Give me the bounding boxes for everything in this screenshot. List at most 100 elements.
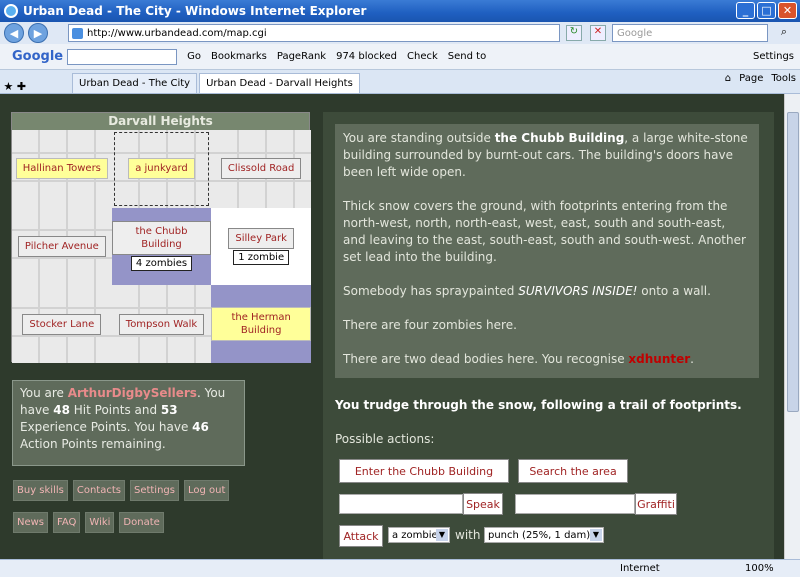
tab-the-city[interactable]: Urban Dead - The City [72, 73, 198, 93]
map-location-button[interactable]: Hallinan Towers [15, 158, 108, 180]
weapon-value: punch (25%, 1 dam) [488, 529, 591, 541]
map-cell: a junkyard [111, 130, 212, 208]
maximize-button[interactable]: □ [757, 2, 776, 19]
map-location-button[interactable]: the Herman Building [211, 307, 311, 342]
experience-points: 53 [160, 403, 178, 417]
dead-player-link[interactable]: xdhunter [628, 352, 690, 366]
desc-text: Somebody has spraypainted [343, 284, 519, 298]
spell-check-button[interactable]: Check [407, 51, 438, 62]
desc-text: You are standing outside [343, 131, 495, 145]
map-cell: Stocker Lane [12, 285, 112, 363]
faq-link[interactable]: FAQ [53, 512, 81, 533]
buy-skills-link[interactable]: Buy skills [13, 480, 68, 501]
chevron-down-icon: ▼ [436, 529, 448, 541]
target-value: a zombie [392, 529, 438, 541]
window-title: Urban Dead - The City - Windows Internet… [23, 4, 367, 18]
logout-link[interactable]: Log out [183, 480, 230, 501]
desc-text: . [690, 352, 694, 366]
window-titlebar: Urban Dead - The City - Windows Internet… [0, 0, 800, 22]
target-select[interactable]: a zombie ▼ [388, 527, 450, 543]
map-panel: Darvall Heights Hallinan Towers a junkya… [11, 112, 311, 363]
enter-building-button[interactable]: Enter the Chubb Building [339, 459, 509, 483]
wiki-link[interactable]: Wiki [85, 512, 115, 533]
chevron-down-icon: ▼ [590, 529, 602, 541]
map-location-button[interactable]: Stocker Lane [22, 313, 102, 335]
minimize-button[interactable]: _ [736, 2, 755, 19]
refresh-button[interactable]: ↻ [566, 25, 582, 41]
graffiti-input[interactable] [515, 494, 635, 514]
weapon-select[interactable]: punch (25%, 1 dam) ▼ [484, 527, 604, 543]
stats-text: Hit Points and [69, 403, 161, 417]
with-label: with [455, 528, 481, 542]
google-search-box[interactable] [67, 48, 178, 65]
status-bar: Internet 100% [0, 559, 800, 577]
map-cell: the Herman Building [211, 285, 311, 363]
nav-links-row2: News FAQ Wiki Donate [13, 512, 164, 533]
address-bar-row: ◀ ▶ http://www.urbandead.com/map.cgi ↻ ✕… [0, 22, 800, 44]
nav-links-row1: Buy skills Contacts Settings Log out [13, 480, 230, 501]
desc-text: There are two dead bodies here. You reco… [343, 352, 629, 366]
action-points: 46 [192, 420, 209, 434]
building-name: the Chubb Building [494, 131, 625, 145]
home-icon[interactable]: ⌂ [725, 73, 731, 84]
player-name-link[interactable]: ArthurDigbySellers [68, 386, 197, 400]
stop-button[interactable]: ✕ [590, 25, 606, 41]
stats-text: You are [20, 386, 68, 400]
zoom-level[interactable]: 100% [745, 563, 774, 574]
vertical-scrollbar[interactable] [784, 94, 800, 559]
send-to-button[interactable]: Send to [448, 51, 486, 62]
zombie-count: 1 zombie [233, 249, 290, 265]
map-cell: Pilcher Avenue [12, 207, 112, 286]
search-icon[interactable]: ⌕ [772, 25, 796, 41]
toolbar-settings-button[interactable]: Settings [753, 51, 794, 62]
tab-darvall-heights[interactable]: Urban Dead - Darvall Heights [199, 73, 360, 93]
google-logo: Google [12, 49, 64, 64]
game-page: Darvall Heights Hallinan Towers a junkya… [0, 94, 800, 559]
player-stats: You are ArthurDigbySellers. You have 48 … [12, 380, 245, 466]
stats-text: Experience Points. You have [20, 420, 193, 434]
graffiti-button[interactable]: Graffiti [635, 493, 677, 515]
settings-link[interactable]: Settings [129, 480, 179, 501]
close-button[interactable]: ✕ [778, 2, 797, 19]
map-cell: Silley Park 1 zombie [211, 207, 311, 286]
desc-text: onto a wall. [637, 284, 711, 298]
zombie-count: 4 zombies [130, 256, 193, 272]
speak-input[interactable] [339, 494, 463, 514]
map-location-button[interactable]: Silley Park [228, 227, 294, 249]
donate-link[interactable]: Donate [119, 512, 164, 533]
popup-blocker-button[interactable]: 974 blocked [336, 51, 397, 62]
map-location-button[interactable]: Clissold Road [220, 158, 302, 180]
tools-menu[interactable]: Tools [771, 73, 796, 84]
zombie-description: There are four zombies here. [343, 318, 517, 332]
google-toolbar: Google Go Bookmarks PageRank 974 blocked… [0, 44, 800, 70]
stats-text: Action Points remaining. [20, 437, 166, 451]
location-description: You are standing outside the Chubb Build… [335, 124, 759, 378]
address-input[interactable]: http://www.urbandead.com/map.cgi [68, 24, 560, 42]
contacts-link[interactable]: Contacts [72, 480, 125, 501]
bookmarks-button[interactable]: Bookmarks [211, 51, 267, 62]
map-cell: Clissold Road [211, 130, 311, 208]
news-link[interactable]: News [13, 512, 49, 533]
actions-label: Possible actions: [335, 432, 435, 446]
page-menu[interactable]: Page [739, 73, 763, 84]
map-location-button[interactable]: Pilcher Avenue [17, 235, 106, 257]
back-button[interactable]: ◀ [4, 23, 24, 43]
map-grid: Hallinan Towers a junkyard Clissold Road… [12, 130, 311, 363]
hit-points: 48 [53, 403, 70, 417]
scrollbar-thumb[interactable] [787, 112, 799, 412]
search-area-button[interactable]: Search the area [518, 459, 628, 483]
map-title: Darvall Heights [12, 113, 309, 130]
search-input[interactable]: Google [612, 24, 768, 42]
favorites-icon[interactable]: ★ ✚ [0, 80, 70, 93]
map-location-button[interactable]: Tompson Walk [118, 313, 205, 335]
attack-button[interactable]: Attack [339, 525, 383, 547]
map-location-button[interactable]: a junkyard [128, 158, 195, 180]
tab-bar: ★ ✚ Urban Dead - The City Urban Dead - D… [0, 70, 800, 94]
internet-zone: Internet [620, 563, 660, 574]
speak-button[interactable]: Speak [463, 493, 503, 515]
graffiti-text: SURVIVORS INSIDE! [518, 284, 638, 298]
google-go-button[interactable]: Go [187, 51, 201, 62]
map-cell: Hallinan Towers [12, 130, 112, 208]
map-location-current: the Chubb Building [111, 221, 212, 256]
forward-button[interactable]: ▶ [28, 23, 48, 43]
